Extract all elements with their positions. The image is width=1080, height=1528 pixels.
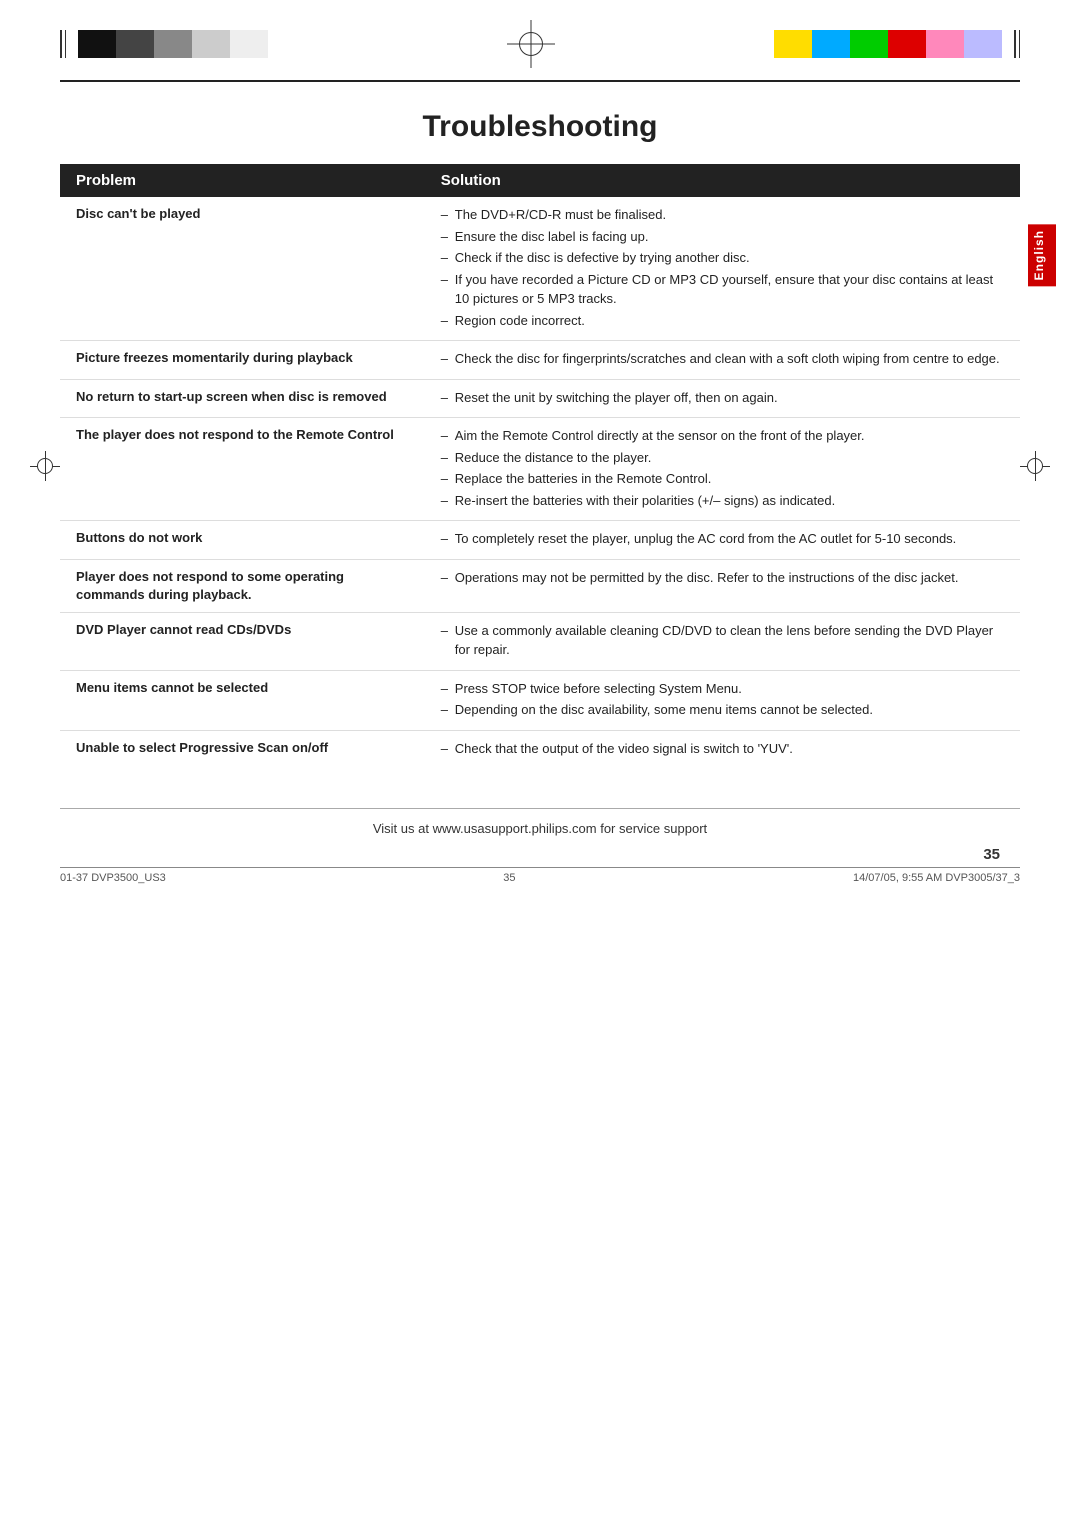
top-bar	[0, 0, 1080, 80]
center-crosshair	[507, 20, 555, 68]
right-color-blocks	[774, 30, 1002, 58]
solution-cell: Check the disc for fingerprints/scratche…	[425, 341, 1020, 380]
color-block-4	[192, 30, 230, 58]
problem-header: Problem	[60, 164, 425, 197]
problem-cell: No return to start-up screen when disc i…	[60, 379, 425, 418]
english-tab: English	[1028, 224, 1056, 286]
footer-center: 35	[503, 872, 515, 884]
solution-item: Re-insert the batteries with their polar…	[441, 491, 1004, 511]
footer-info: 01-37 DVP3500_US3 35 14/07/05, 9:55 AM D…	[0, 868, 1080, 894]
solution-cell: Aim the Remote Control directly at the s…	[425, 418, 1020, 521]
solution-cell: Press STOP twice before selecting System…	[425, 670, 1020, 730]
solution-item: Reduce the distance to the player.	[441, 448, 1004, 468]
page-title-area: Troubleshooting	[0, 82, 1080, 154]
color-block-green	[850, 30, 888, 58]
solution-item: Region code incorrect.	[441, 311, 1004, 331]
solution-cell: Use a commonly available cleaning CD/DVD…	[425, 612, 1020, 670]
solution-item: Press STOP twice before selecting System…	[441, 679, 1004, 699]
table-row: Disc can't be playedThe DVD+R/CD-R must …	[60, 197, 1020, 341]
color-block-3	[154, 30, 192, 58]
solution-item: Check that the output of the video signa…	[441, 739, 1004, 759]
left-crosshair-mark	[30, 451, 60, 481]
right-crosshair-mark	[1020, 451, 1050, 481]
solution-cell: Check that the output of the video signa…	[425, 730, 1020, 768]
solution-item: Check if the disc is defective by trying…	[441, 248, 1004, 268]
solution-item: Aim the Remote Control directly at the s…	[441, 426, 1004, 446]
problem-cell: Buttons do not work	[60, 521, 425, 560]
table-row: DVD Player cannot read CDs/DVDs Use a com…	[60, 612, 1020, 670]
solution-item: To completely reset the player, unplug t…	[441, 529, 1004, 549]
footer-right: 14/07/05, 9:55 AM DVP3005/37_3	[853, 872, 1020, 884]
table-row: Unable to select Progressive Scan on/off…	[60, 730, 1020, 768]
table-row: Buttons do not work To completely reset t…	[60, 521, 1020, 560]
table-row: The player does not respond to the Remot…	[60, 418, 1020, 521]
page-number: 35	[0, 842, 1080, 867]
color-block-5	[230, 30, 268, 58]
content-area: English Problem Solution Disc can't be p…	[60, 164, 1020, 768]
problem-cell: Picture freezes momentarily during playb…	[60, 341, 425, 380]
solution-item: The DVD+R/CD-R must be finalised.	[441, 205, 1004, 225]
table-row: Player does not respond to some operatin…	[60, 559, 1020, 612]
solution-cell: The DVD+R/CD-R must be finalised.Ensure …	[425, 197, 1020, 341]
table-header-row: Problem Solution	[60, 164, 1020, 197]
right-lines	[1014, 30, 1020, 58]
color-block-red	[888, 30, 926, 58]
support-url: Visit us at www.usasupport.philips.com f…	[0, 809, 1080, 842]
solution-item: Depending on the disc availability, some…	[441, 700, 1004, 720]
table-row: Picture freezes momentarily during playb…	[60, 341, 1020, 380]
troubleshooting-table: Problem Solution Disc can't be playedThe…	[60, 164, 1020, 768]
footer-left: 01-37 DVP3500_US3	[60, 872, 166, 884]
color-block-yellow	[774, 30, 812, 58]
problem-cell: Disc can't be played	[60, 197, 425, 341]
solution-item: If you have recorded a Picture CD or MP3…	[441, 270, 1004, 309]
table-row: Menu items cannot be selected Press STOP …	[60, 670, 1020, 730]
problem-cell: Player does not respond to some operatin…	[60, 559, 425, 612]
page-title: Troubleshooting	[60, 110, 1020, 144]
solution-item: Ensure the disc label is facing up.	[441, 227, 1004, 247]
color-block-blue	[812, 30, 850, 58]
problem-cell: The player does not respond to the Remot…	[60, 418, 425, 521]
problem-cell: DVD Player cannot read CDs/DVDs	[60, 612, 425, 670]
color-block-lavender	[964, 30, 1002, 58]
color-block-2	[116, 30, 154, 58]
solution-cell: Reset the unit by switching the player o…	[425, 379, 1020, 418]
color-block-1	[78, 30, 116, 58]
solution-item: Check the disc for fingerprints/scratche…	[441, 349, 1004, 369]
solution-item: Replace the batteries in the Remote Cont…	[441, 469, 1004, 489]
solution-item: Operations may not be permitted by the d…	[441, 568, 1004, 588]
solution-header: Solution	[425, 164, 1020, 197]
solution-cell: Operations may not be permitted by the d…	[425, 559, 1020, 612]
solution-item: Reset the unit by switching the player o…	[441, 388, 1004, 408]
solution-item: Use a commonly available cleaning CD/DVD…	[441, 621, 1004, 660]
table-row: No return to start-up screen when disc i…	[60, 379, 1020, 418]
color-block-pink	[926, 30, 964, 58]
left-color-blocks	[78, 30, 268, 58]
problem-cell: Menu items cannot be selected	[60, 670, 425, 730]
problem-cell: Unable to select Progressive Scan on/off	[60, 730, 425, 768]
left-lines	[60, 30, 66, 58]
solution-cell: To completely reset the player, unplug t…	[425, 521, 1020, 560]
